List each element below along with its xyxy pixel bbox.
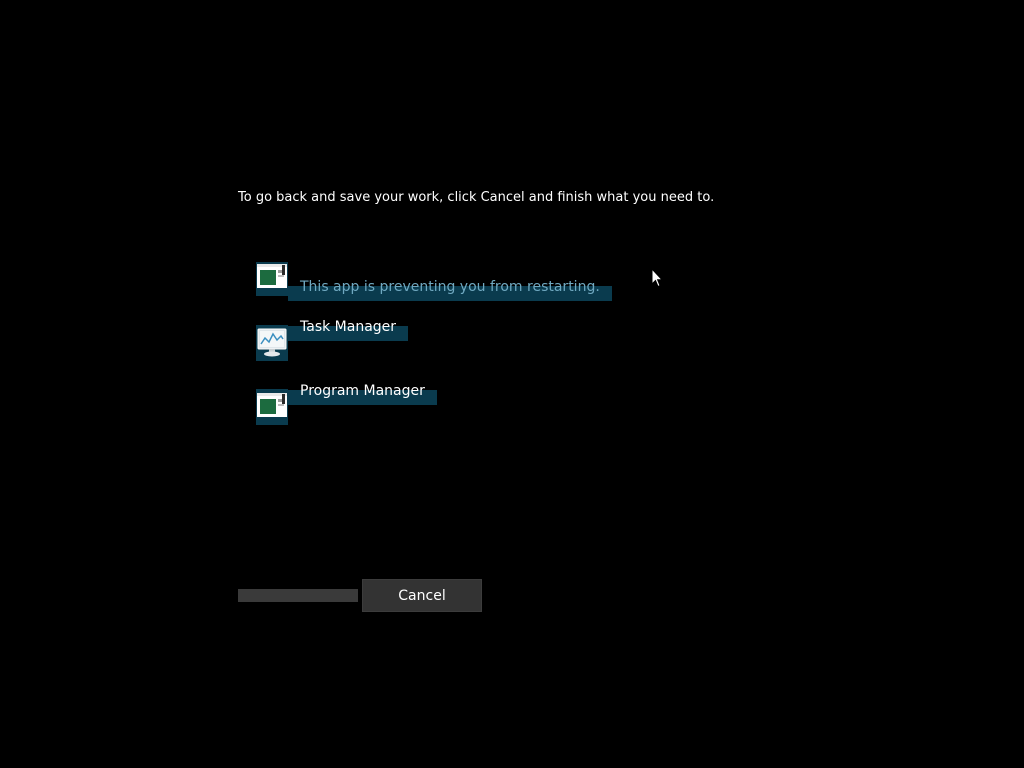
restart-blocking-screen: To go back and save your work, click Can… xyxy=(0,0,1024,768)
cancel-button[interactable]: Cancel xyxy=(362,579,482,612)
app-window-icon xyxy=(256,262,288,296)
mouse-pointer-icon xyxy=(651,268,663,288)
app-item-program-manager: Program Manager xyxy=(256,384,616,450)
restart-anyway-button-placeholder xyxy=(238,589,358,602)
task-manager-label: Task Manager xyxy=(288,320,409,341)
program-manager-label: Program Manager xyxy=(288,384,437,405)
blocking-app-text: This app is preventing you from restarti… xyxy=(300,279,600,295)
blocking-app-item: This app is preventing you from restarti… xyxy=(256,262,616,326)
program-manager-text: Program Manager xyxy=(300,383,425,399)
task-manager-text: Task Manager xyxy=(300,319,397,335)
app-item-task-manager: Task Manager xyxy=(256,320,616,386)
app-window-icon xyxy=(256,389,288,425)
blocking-app-label: This app is preventing you from restarti… xyxy=(288,280,612,301)
task-manager-icon xyxy=(256,325,288,361)
instruction-text: To go back and save your work, click Can… xyxy=(238,190,715,205)
